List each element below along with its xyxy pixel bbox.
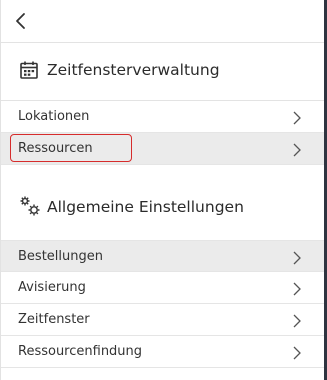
list-item-label: Lokationen — [18, 109, 90, 124]
chevron-left-icon — [16, 13, 25, 29]
settings-panel: Zeitfensterverwaltung Lokationen Ressour… — [0, 0, 324, 380]
list-item-ressourcen[interactable]: Ressourcen — [1, 133, 324, 165]
list-item-label: Avisierung — [18, 280, 86, 295]
list-item-label: Ressourcen — [18, 141, 93, 156]
section-title: Zeitfensterverwaltung — [47, 61, 220, 79]
list-item-label: Ressourcenfindung — [18, 344, 143, 359]
list-item-zeitfenster[interactable]: Zeitfenster — [1, 304, 324, 336]
chevron-right-icon — [292, 110, 302, 125]
chevron-right-icon — [292, 281, 302, 296]
calendar-icon — [19, 60, 39, 80]
gears-icon — [19, 195, 41, 217]
list-item-label: Zeitfenster — [18, 312, 90, 327]
list-item-lokationen[interactable]: Lokationen — [1, 101, 324, 133]
top-bar — [1, 0, 324, 43]
list-item-avisierung[interactable]: Avisierung — [1, 272, 324, 304]
chevron-right-icon — [292, 250, 302, 265]
list-item-label: Bestellungen — [18, 249, 103, 264]
list-item-bestellungen[interactable]: Bestellungen — [1, 240, 324, 272]
chevron-right-icon — [292, 345, 302, 360]
section-header-allgemeine-einstellungen: Allgemeine Einstellungen — [1, 165, 324, 240]
section-title: Allgemeine Einstellungen — [47, 198, 244, 216]
chevron-right-icon — [292, 313, 302, 328]
back-button[interactable] — [11, 10, 33, 32]
chevron-right-icon — [292, 142, 302, 157]
list-item-ressourcenfindung[interactable]: Ressourcenfindung — [1, 336, 324, 368]
section-header-zeitfensterverwaltung: Zeitfensterverwaltung — [1, 43, 324, 101]
